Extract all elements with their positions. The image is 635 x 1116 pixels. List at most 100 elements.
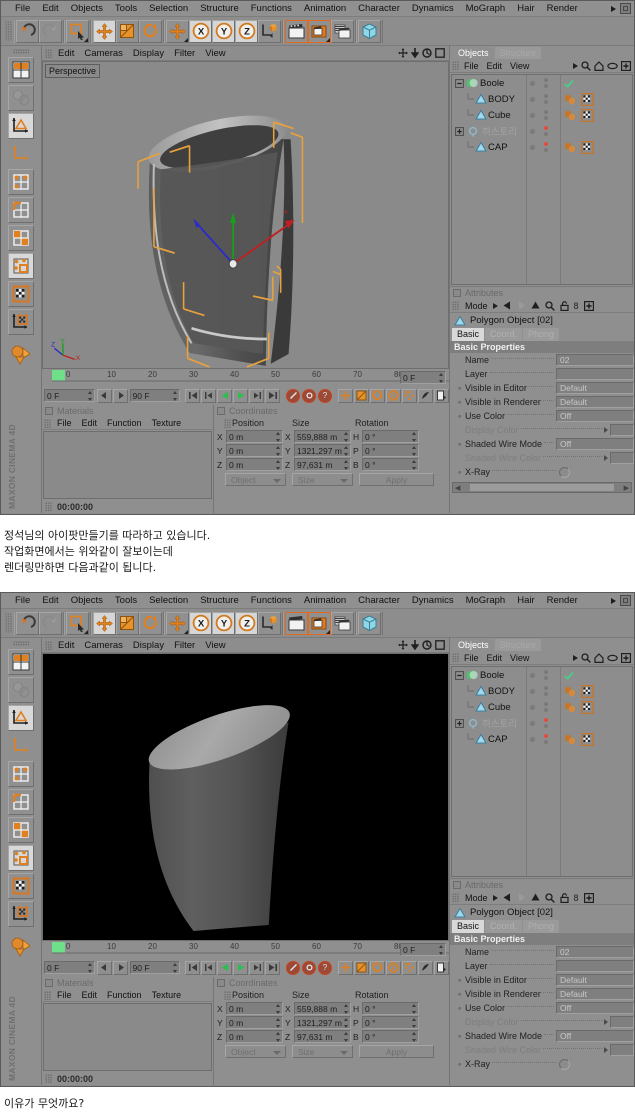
materials-menu-function[interactable]: Function <box>102 990 147 1000</box>
scroll-right-icon[interactable]: ▶ <box>622 484 631 492</box>
play-back-button[interactable] <box>217 388 232 403</box>
spinner-icon[interactable] <box>412 446 417 456</box>
key-position-button[interactable] <box>338 388 353 403</box>
polygons-mode-button[interactable] <box>8 817 34 843</box>
rotate-tool-button[interactable] <box>139 19 162 43</box>
coord-pos-field-x[interactable]: 0 m <box>226 430 283 443</box>
spinner-icon[interactable] <box>173 391 178 401</box>
viewport-menu-display[interactable]: Display <box>128 638 169 653</box>
texture-tag-icon[interactable] <box>581 108 594 122</box>
spinner-icon[interactable] <box>412 1004 417 1014</box>
search-icon[interactable] <box>544 300 555 311</box>
step-back-button[interactable] <box>201 388 216 403</box>
viewport-menu-edit[interactable]: Edit <box>53 638 79 653</box>
lock-icon[interactable] <box>559 892 569 903</box>
chevron-right-icon[interactable] <box>573 655 578 661</box>
property-value-name[interactable]: 02 <box>556 946 634 958</box>
chevron-right-icon[interactable] <box>573 63 578 69</box>
attr-tab-basic[interactable]: Basic <box>452 328 485 341</box>
chevron-right-icon[interactable] <box>604 1047 608 1053</box>
x-axis-button[interactable]: X <box>189 19 212 43</box>
viewport-menu-filter[interactable]: Filter <box>169 638 200 653</box>
property-value-layer[interactable] <box>556 368 634 380</box>
rotate-tool-button[interactable] <box>139 611 162 635</box>
property-value-use-color[interactable]: Off <box>556 1002 634 1014</box>
menu-item-edit[interactable]: Edit <box>36 593 64 609</box>
back-arrow-icon[interactable] <box>503 301 512 310</box>
spinner-icon[interactable] <box>344 460 349 470</box>
render-region-button[interactable] <box>308 611 331 635</box>
check-icon[interactable] <box>564 79 574 88</box>
spinner-icon[interactable] <box>412 1018 417 1028</box>
y-axis-button[interactable]: Y <box>212 19 235 43</box>
panel-checkbox[interactable] <box>453 881 461 889</box>
forward-arrow-icon[interactable] <box>517 893 526 902</box>
spinner-icon[interactable] <box>344 432 349 442</box>
key-rotation-button[interactable] <box>370 388 385 403</box>
key-param-button[interactable]: P <box>386 960 401 975</box>
make-editable-button[interactable] <box>8 57 34 83</box>
spinner-icon[interactable] <box>173 963 178 973</box>
object-row-body[interactable]: BODY <box>452 683 632 699</box>
z-axis-button[interactable]: Z <box>235 19 258 43</box>
status-grip[interactable] <box>45 502 52 511</box>
object-toggle-dots[interactable] <box>530 683 560 699</box>
menu-item-selection[interactable]: Selection <box>143 1 194 17</box>
property-value-layer[interactable] <box>556 960 634 972</box>
step-forward-button[interactable] <box>249 960 264 975</box>
world-object-axis-button[interactable] <box>258 19 281 43</box>
maximize-icon[interactable] <box>435 48 445 58</box>
coord-size-field-x[interactable]: 559,888 m <box>294 1002 351 1015</box>
points-mode-button[interactable] <box>8 169 34 195</box>
pan-icon[interactable] <box>398 48 408 58</box>
panel-checkbox[interactable] <box>45 979 53 987</box>
attr-tab-phong[interactable]: Phong <box>523 328 560 341</box>
tab-structure[interactable]: Structure <box>494 47 542 59</box>
key-next-button[interactable] <box>434 960 449 975</box>
play-button[interactable] <box>233 388 248 403</box>
attributes-horizontal-scrollbar[interactable]: ◀ ▶ <box>452 482 632 493</box>
scale-tool-button[interactable] <box>116 19 139 43</box>
texture-tag-icon[interactable] <box>581 140 594 154</box>
visibility-dot-editor[interactable] <box>530 96 535 102</box>
object-row-body[interactable]: BODY <box>452 91 632 107</box>
panel-checkbox[interactable] <box>217 407 225 415</box>
size-mode-dropdown[interactable]: Size <box>292 1045 353 1058</box>
attr-tab-basic[interactable]: Basic <box>452 920 485 933</box>
texture-tag-icon[interactable] <box>581 92 594 106</box>
coord-pos-field-y[interactable]: 0 m <box>226 444 283 457</box>
coord-rot-field-p[interactable]: 0 ° <box>362 444 419 457</box>
property-value-shaded-wire-mode[interactable]: Off <box>556 1030 634 1042</box>
scroll-left-icon[interactable]: ◀ <box>453 484 462 492</box>
maximize-icon[interactable] <box>435 640 445 650</box>
visibility-dot-pair[interactable] <box>544 94 548 104</box>
object-toggle-dots[interactable] <box>530 123 560 139</box>
key-point-button[interactable] <box>418 388 433 403</box>
viewport-menu-display[interactable]: Display <box>128 46 169 61</box>
spinner-icon[interactable] <box>344 446 349 456</box>
move-tool-button[interactable] <box>93 611 116 635</box>
undo-button[interactable] <box>16 611 39 635</box>
object-mode-dropdown[interactable]: Object <box>225 473 286 486</box>
chevron-right-icon[interactable] <box>611 597 616 604</box>
collapse-minus-icon[interactable] <box>455 670 464 680</box>
apply-button[interactable]: Apply <box>359 473 434 486</box>
render-settings-button[interactable] <box>331 19 354 43</box>
viewport-menu-cameras[interactable]: Cameras <box>79 46 128 61</box>
object-row-cube[interactable]: Cube <box>452 107 632 123</box>
scale-tool-button[interactable] <box>116 611 139 635</box>
enable-axis-button[interactable] <box>8 934 34 960</box>
object-manager-grip[interactable] <box>452 653 459 662</box>
apply-button[interactable]: Apply <box>359 1045 434 1058</box>
go-to-end-button[interactable] <box>265 388 280 403</box>
chevron-right-icon[interactable] <box>604 1019 608 1025</box>
autokey-button[interactable] <box>302 388 316 403</box>
coord-size-field-x[interactable]: 559,888 m <box>294 430 351 443</box>
property-value-name[interactable]: 02 <box>556 354 634 366</box>
add-icon[interactable] <box>583 892 594 903</box>
materials-menu-edit[interactable]: Edit <box>77 990 103 1000</box>
menu-item-animation[interactable]: Animation <box>298 1 352 17</box>
make-editable-button[interactable] <box>8 649 34 675</box>
menu-item-dynamics[interactable]: Dynamics <box>406 593 460 609</box>
coord-size-field-y[interactable]: 1321,297 m <box>294 1016 351 1029</box>
